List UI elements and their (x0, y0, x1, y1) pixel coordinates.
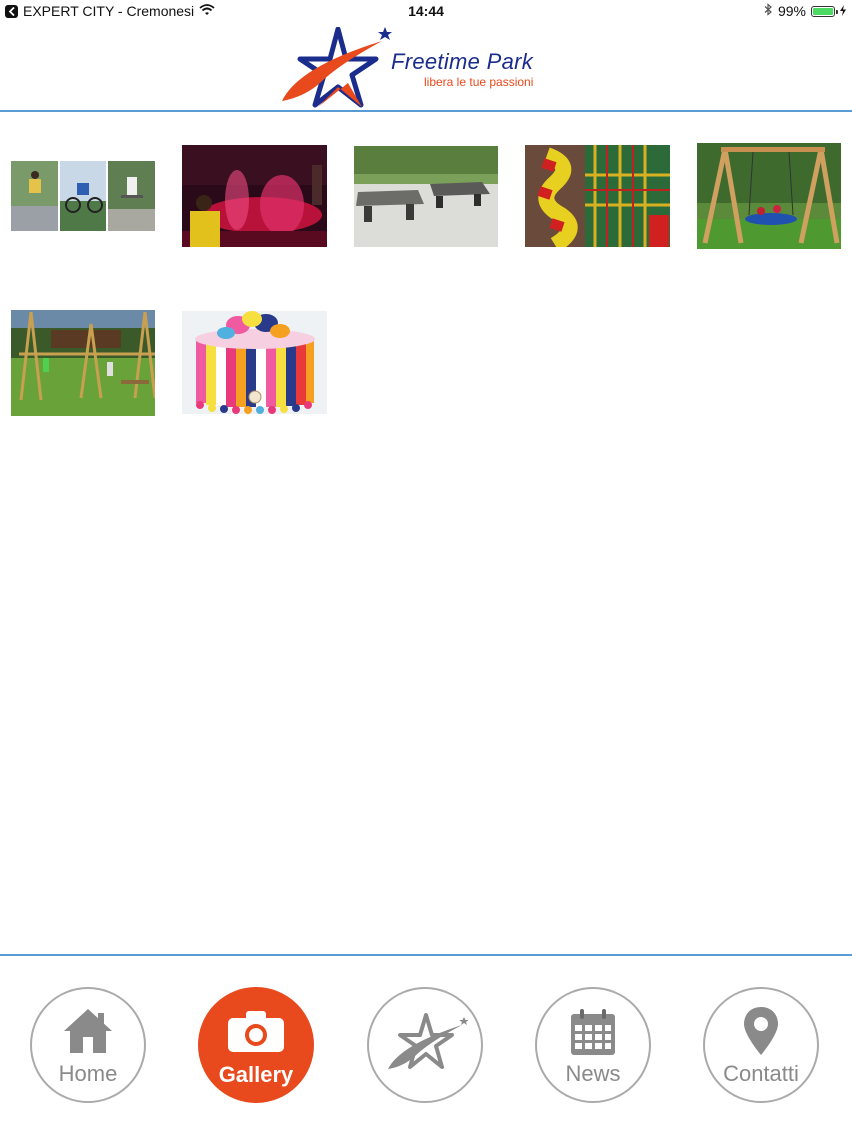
nest-swing-photo (697, 143, 841, 249)
battery-icon (811, 5, 838, 17)
fountain-lights-photo (182, 145, 327, 247)
tab-label: Contatti (723, 1061, 799, 1086)
app-header: Freetime Park libera le tue passioni (0, 22, 852, 110)
header-divider (0, 110, 852, 112)
location-pin-icon (705, 1005, 817, 1057)
gallery-thumb-pingpong[interactable] (354, 146, 498, 247)
logo-title: Freetime Park (391, 49, 534, 74)
ping-pong-tables-photo (354, 146, 498, 247)
gallery-thumb-bmx[interactable] (11, 161, 155, 231)
tab-home[interactable]: Home (30, 987, 146, 1103)
gallery-thumb-playground[interactable] (525, 145, 670, 247)
wooden-playground-photo (11, 310, 155, 416)
tab-contatti[interactable]: Contatti (703, 987, 819, 1103)
tab-label: Home (58, 1061, 118, 1086)
gallery-thumb-fountain[interactable] (182, 145, 327, 247)
indoor-playground-photo (525, 145, 670, 247)
tab-label: News (565, 1061, 621, 1086)
tab-freetime[interactable] (367, 987, 483, 1103)
gallery-thumb-wooden-playground[interactable] (11, 310, 155, 416)
tab-news[interactable]: News (535, 987, 651, 1103)
home-icon (32, 1007, 144, 1055)
tab-label: Gallery (218, 1062, 294, 1087)
camera-icon (201, 1008, 311, 1054)
gallery-thumb-swing[interactable] (697, 143, 841, 249)
star-logo-icon (282, 27, 392, 108)
calendar-icon (537, 1007, 649, 1057)
clock: 14:44 (408, 3, 444, 19)
tab-gallery[interactable]: Gallery (198, 987, 314, 1103)
charging-bolt-icon (840, 0, 846, 22)
logo-subtitle: libera le tue passioni (424, 75, 534, 89)
freetime-park-logo: Freetime Park libera le tue passioni (278, 27, 578, 109)
birthday-cake-photo (182, 311, 327, 414)
status-bar: EXPERT CITY - Cremonesi 14:44 99% (0, 0, 852, 22)
bmx-skatepark-photo (11, 161, 155, 231)
bottom-tab-bar: Home Gallery News Contatti (0, 956, 852, 1136)
bluetooth-icon (764, 0, 773, 22)
gallery-thumb-cake[interactable] (182, 311, 327, 414)
battery-percent: 99% (777, 3, 806, 19)
star-logo-icon (369, 1013, 481, 1075)
